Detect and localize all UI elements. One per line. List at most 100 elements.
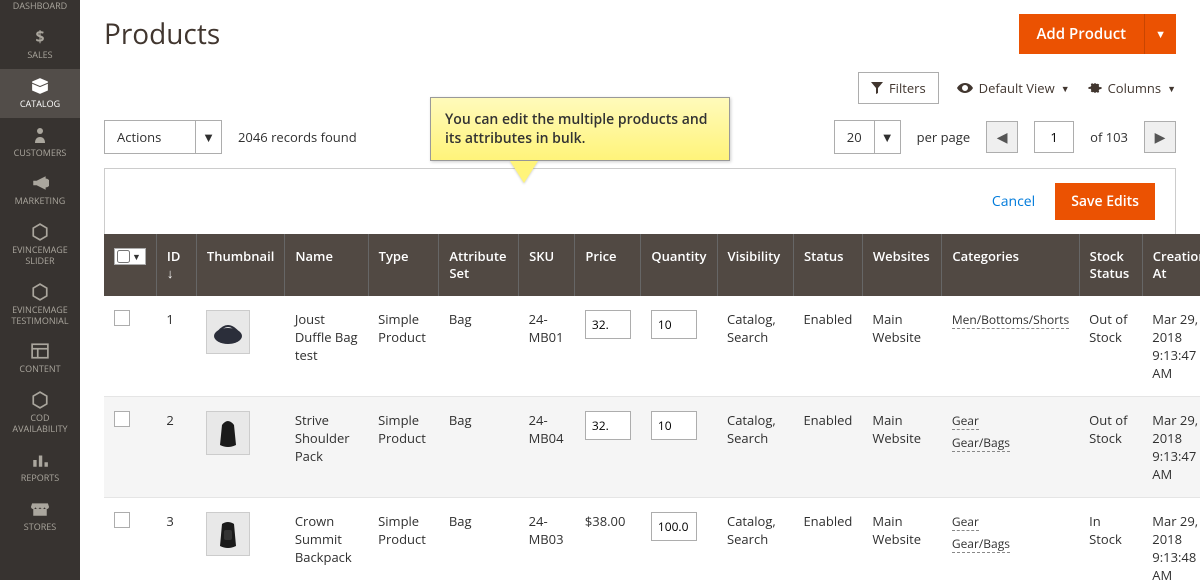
qty-input[interactable] [651,411,697,440]
nav-item-customers[interactable]: CUSTOMERS [0,118,80,167]
cell-stock: Out of Stock [1079,296,1142,397]
nav-item-sales[interactable]: $ SALES [0,20,80,69]
row-checkbox[interactable] [114,512,130,528]
current-page-input[interactable] [1034,121,1074,153]
cell-type: Simple Product [368,497,439,580]
cell-stock: In Stock [1079,497,1142,580]
svg-text:$: $ [35,28,44,46]
col-header[interactable]: Websites [862,234,941,296]
cell-visibility: Catalog, Search [717,396,793,497]
qty-input[interactable] [651,512,697,541]
col-header[interactable]: ID ↓ [156,234,196,296]
page-size-select[interactable]: 20 ▼ [834,120,901,154]
col-header[interactable]: SKU [519,234,575,296]
col-header[interactable]: Thumbnail [196,234,284,296]
nav-item-reports[interactable]: REPORTS [0,443,80,492]
category-link[interactable]: Gear/Bags [952,434,1010,452]
page-header: Products Add Product ▼ [80,0,1200,64]
add-product-button[interactable]: Add Product [1019,14,1145,54]
nav-item-label: DASHBOARD [13,1,67,12]
col-header[interactable]: Type [368,234,439,296]
nav-item-label: EVINCEMAGE SLIDER [2,245,78,267]
col-header[interactable]: Attribute Set [439,234,519,296]
cell-created: Mar 29, 2018 9:13:48 AM [1142,497,1200,580]
cell-attrset: Bag [439,296,519,397]
page-title: Products [104,15,220,53]
category-link[interactable]: Gear [952,412,979,430]
default-view-button[interactable]: Default View ▼ [957,79,1070,97]
col-header[interactable]: Price [575,234,641,296]
nav-item-content[interactable]: CONTENT [0,334,80,383]
nav-item-label: MARKETING [15,196,66,207]
cancel-link[interactable]: Cancel [992,192,1035,211]
cell-attrset: Bag [439,396,519,497]
nav-item-label: STORES [24,522,56,533]
cell-name: Joust Duffle Bag test [285,296,368,397]
qty-input[interactable] [651,310,697,339]
bulk-actions-select[interactable]: Actions ▼ [104,120,222,154]
cell-created: Mar 29, 2018 9:13:47 AM [1142,296,1200,397]
col-header[interactable]: Quantity [641,234,717,296]
nav-item-dashboard[interactable]: DASHBOARD [0,0,80,20]
nav-item-label: COD AVAILABILITY [2,413,78,435]
cell-created: Mar 29, 2018 9:13:47 AM [1142,396,1200,497]
nav-item-marketing[interactable]: MARKETING [0,166,80,215]
nav-item-label: CATALOG [20,99,60,110]
cell-websites: Main Website [862,396,941,497]
columns-button[interactable]: Columns ▼ [1088,79,1176,97]
cell-categories: Gear Gear/Bags [942,396,1079,497]
nav-item-evincemage-slider[interactable]: EVINCEMAGE SLIDER [0,215,80,275]
nav-item-label: CUSTOMERS [14,148,67,159]
gear-icon [1088,81,1102,95]
nav-item-label: REPORTS [21,473,59,484]
nav-item-stores[interactable]: STORES [0,492,80,541]
col-header[interactable]: ▼ [104,234,156,296]
save-edits-button[interactable]: Save Edits [1055,183,1155,220]
nav-item-cod-availability[interactable]: COD AVAILABILITY [0,383,80,443]
cell-categories: Men/Bottoms/Shorts [942,296,1079,397]
category-link[interactable]: Gear/Bags [952,535,1010,553]
thumbnail [206,411,250,455]
col-header[interactable]: Creation At [1142,234,1200,296]
nav-item-catalog[interactable]: CATALOG [0,69,80,118]
col-header[interactable]: Categories [942,234,1079,296]
table-row: 1Joust Duffle Bag testSimple ProductBag2… [104,296,1200,397]
add-product-dropdown-toggle[interactable]: ▼ [1144,14,1176,54]
cell-price: $38.00 [575,497,641,580]
col-header[interactable]: Name [285,234,368,296]
cell-attrset: Bag [439,497,519,580]
nav-item-evincemage-testimonial[interactable]: EVINCEMAGE TESTIMONIAL [0,275,80,335]
sort-arrow-icon: ↓ [167,264,174,282]
category-link[interactable]: Gear [952,513,979,531]
cell-id: 3 [156,497,196,580]
nav-item-label: SALES [27,50,52,61]
next-page-button[interactable]: ▶ [1144,121,1176,153]
row-checkbox[interactable] [114,411,130,427]
cell-status: Enabled [793,296,862,397]
caret-down-icon: ▼ [1061,82,1070,95]
cell-visibility: Catalog, Search [717,497,793,580]
default-view-label: Default View [979,79,1055,97]
products-grid: ▼ ID ↓ThumbnailNameTypeAttribute SetSKUPr… [104,234,1200,580]
select-all-checkbox[interactable]: ▼ [114,248,146,265]
caret-down-icon: ▼ [195,121,221,153]
hex-icon [31,283,49,303]
funnel-icon [871,82,883,94]
filters-button[interactable]: Filters [858,72,939,104]
price-input[interactable] [585,411,631,440]
layout-icon [31,342,49,362]
hex-icon [31,391,49,411]
select-all-input[interactable] [117,250,130,263]
col-header[interactable]: Stock Status [1079,234,1142,296]
prev-page-button[interactable]: ◀ [986,121,1018,153]
row-checkbox[interactable] [114,310,130,326]
table-row: 3Crown Summit BackpackSimple ProductBag2… [104,497,1200,580]
price-input[interactable] [585,310,631,339]
cell-sku: 24-MB03 [519,497,575,580]
horn-icon [31,174,49,194]
caret-down-icon: ▼ [130,251,143,263]
caret-down-icon: ▼ [1167,82,1176,95]
col-header[interactable]: Status [793,234,862,296]
category-link[interactable]: Men/Bottoms/Shorts [952,311,1069,329]
col-header[interactable]: Visibility [717,234,793,296]
